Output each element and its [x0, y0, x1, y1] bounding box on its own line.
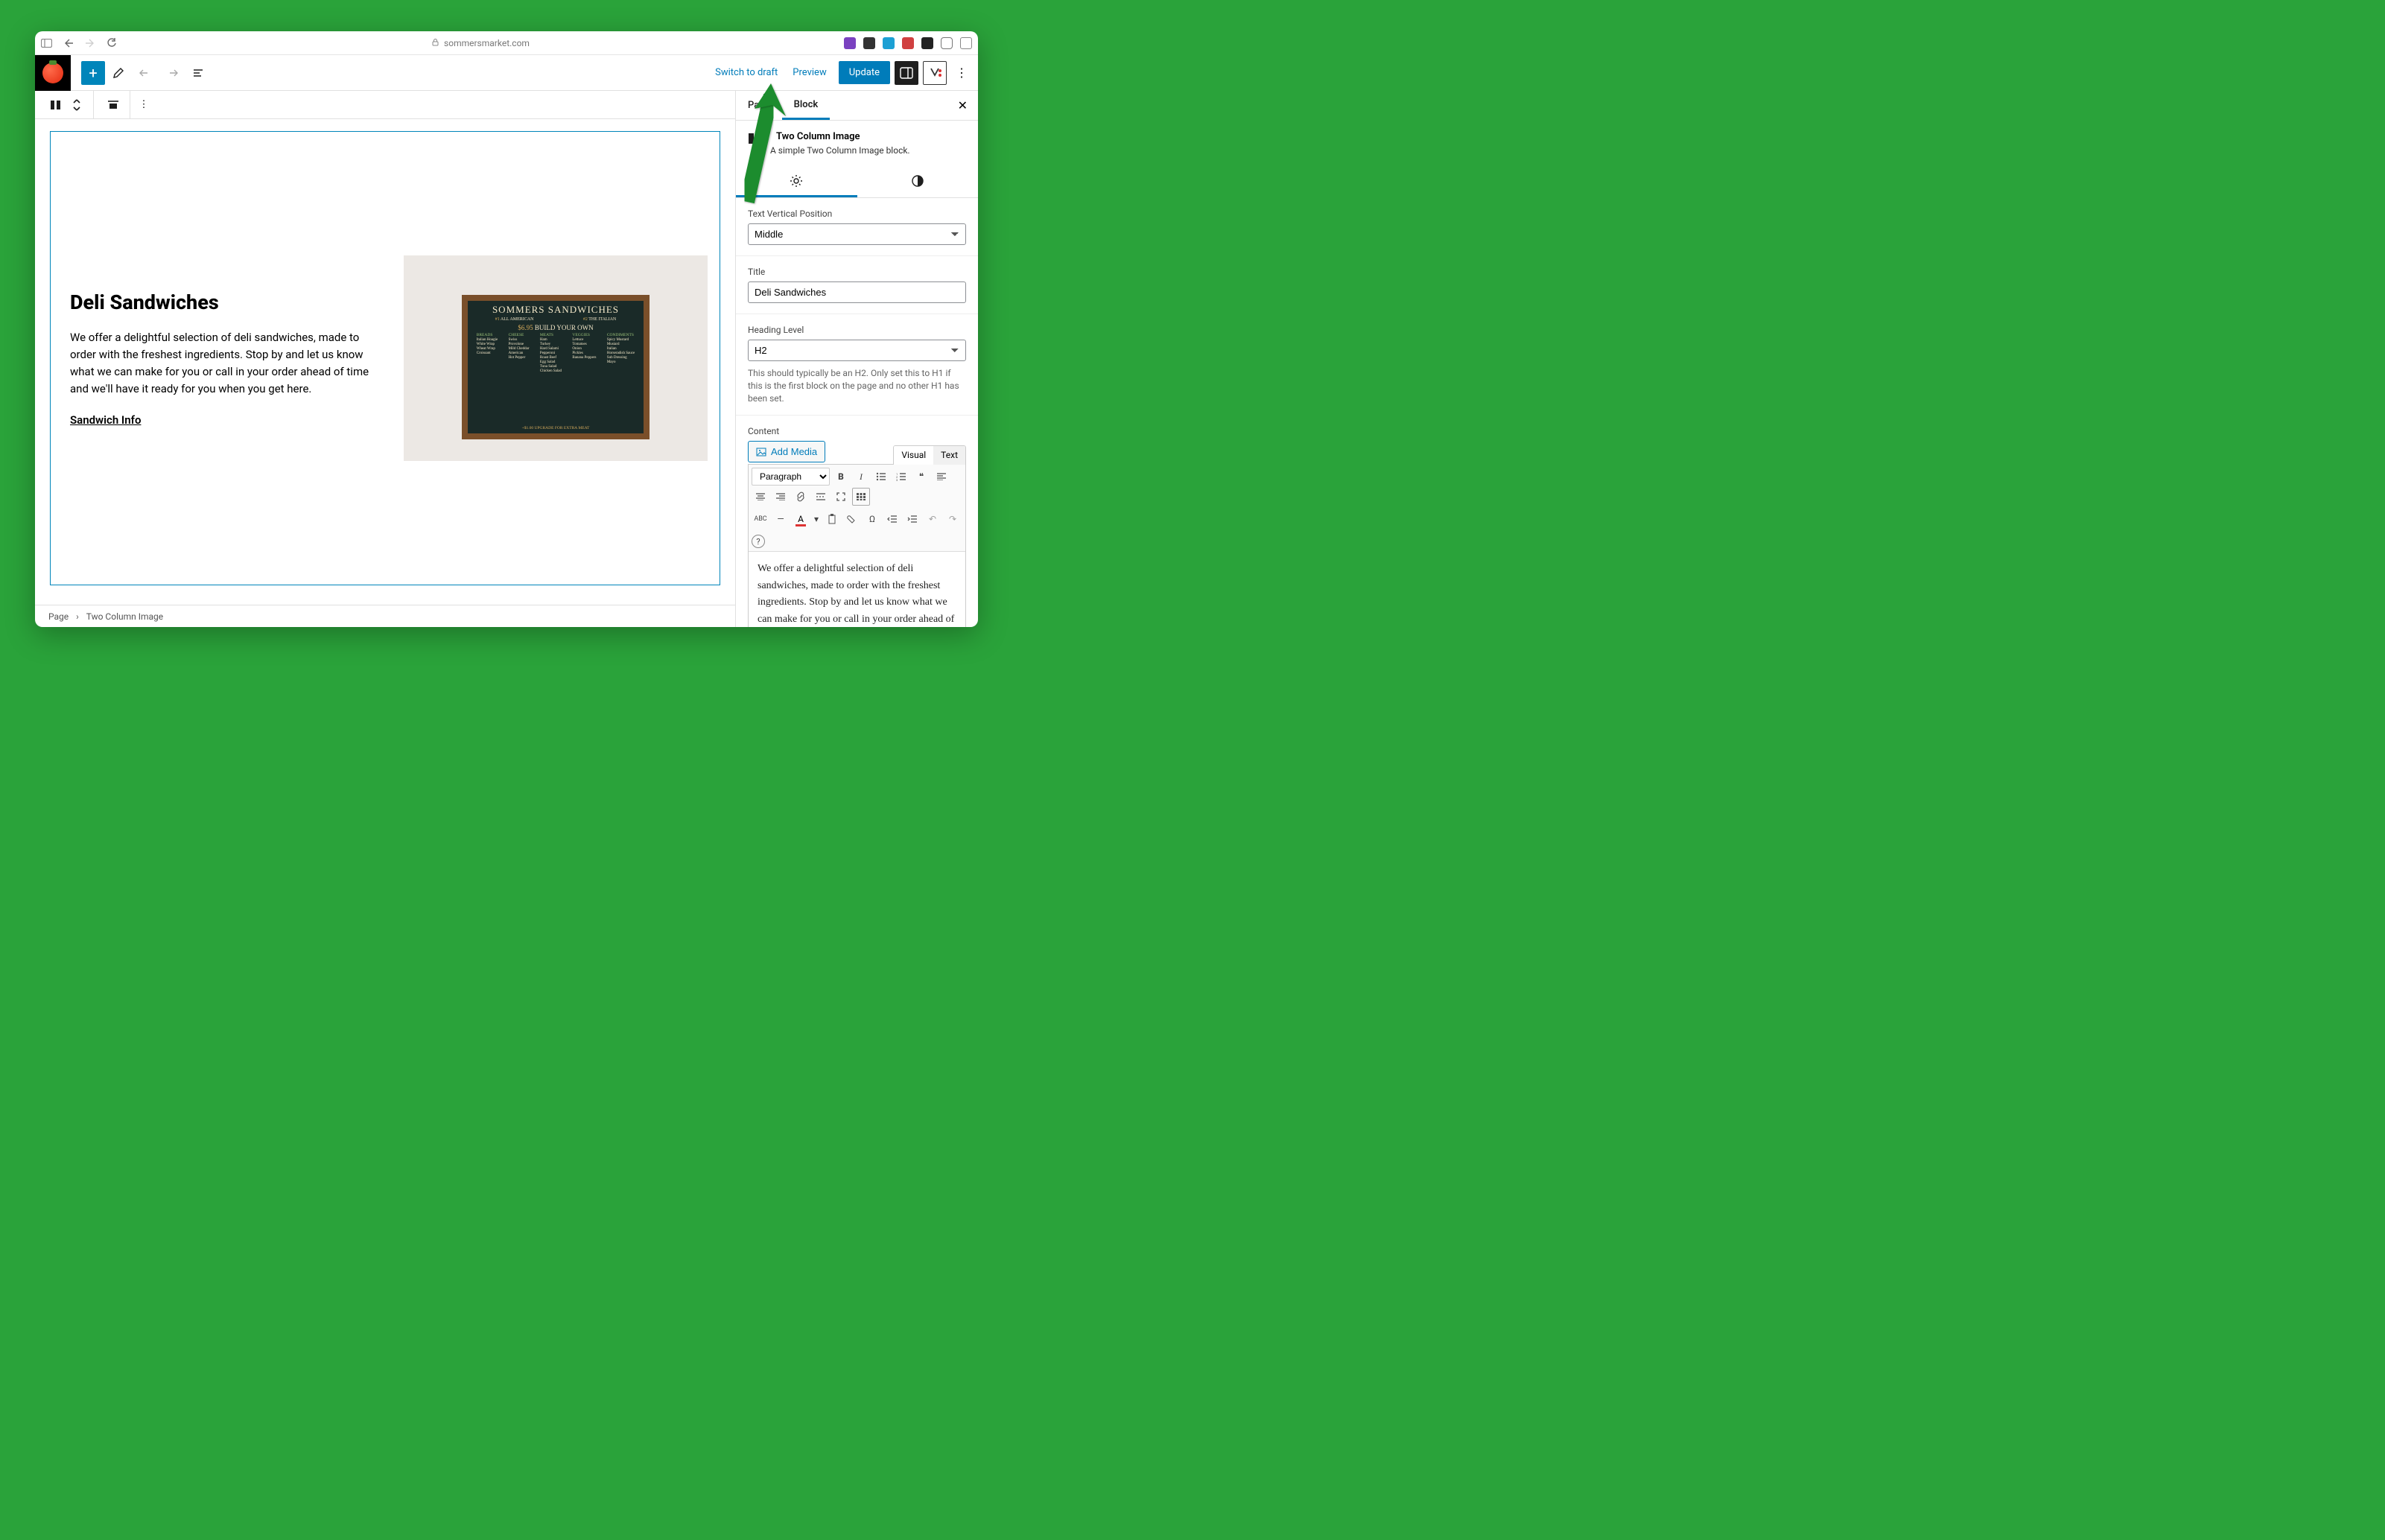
forward-icon[interactable]	[84, 37, 95, 48]
text-color-dropdown-icon[interactable]: ▾	[812, 510, 821, 528]
block-text-column: Deli Sandwiches We offer a delightful se…	[63, 283, 381, 434]
redo-icon[interactable]	[159, 61, 185, 85]
sidebar-toggle-icon[interactable]	[41, 37, 52, 48]
toolbar-toggle-button[interactable]	[852, 488, 870, 506]
fullscreen-button[interactable]	[832, 488, 850, 506]
editor-canvas[interactable]: Deli Sandwiches We offer a delightful se…	[35, 119, 735, 605]
more-options-icon[interactable]: ⋮	[951, 66, 972, 80]
block-more-icon[interactable]: ⋮	[133, 95, 154, 115]
format-select[interactable]: Paragraph	[752, 468, 830, 486]
extension-icon[interactable]	[883, 37, 895, 49]
blockquote-button[interactable]: ❝	[912, 468, 930, 486]
tab-block[interactable]: Block	[782, 91, 831, 120]
redo-button[interactable]: ↷	[944, 510, 962, 528]
lock-icon	[431, 38, 439, 48]
extension-icon[interactable]	[863, 37, 875, 49]
block-heading: Deli Sandwiches	[70, 290, 374, 314]
strikethrough-button[interactable]: ABC	[752, 510, 769, 528]
styles-subtab[interactable]	[857, 166, 979, 197]
wysiwyg-editor: Paragraph B I 123 ❝	[748, 464, 966, 627]
field-label: Content	[748, 426, 966, 436]
url-text[interactable]: sommersmarket.com	[444, 38, 530, 48]
extension-icon[interactable]	[921, 37, 933, 49]
align-center-button[interactable]	[752, 488, 769, 506]
reload-icon[interactable]	[106, 37, 117, 48]
block-type-icon[interactable]	[45, 95, 66, 115]
text-position-select[interactable]: Middle	[748, 223, 966, 245]
field-label: Heading Level	[748, 325, 966, 335]
extension-icon[interactable]	[941, 37, 953, 49]
document-overview-icon[interactable]	[185, 61, 212, 85]
settings-subtab[interactable]	[736, 166, 857, 197]
insert-more-button[interactable]	[812, 488, 830, 506]
undo-icon[interactable]	[132, 61, 159, 85]
two-column-image-block[interactable]: Deli Sandwiches We offer a delightful se…	[50, 131, 720, 585]
extension-icon[interactable]	[844, 37, 856, 49]
block-icon	[748, 133, 763, 156]
tab-page[interactable]: Page	[736, 91, 782, 120]
edit-mode-icon[interactable]	[105, 61, 132, 85]
link-button[interactable]	[792, 488, 810, 506]
tabs-icon[interactable]	[960, 37, 972, 49]
yoast-icon[interactable]	[923, 61, 947, 85]
text-color-button[interactable]: A	[792, 510, 810, 528]
bullet-list-button[interactable]	[872, 468, 890, 486]
text-tab[interactable]: Text	[933, 446, 965, 465]
align-left-button[interactable]	[933, 468, 950, 486]
italic-button[interactable]: I	[852, 468, 870, 486]
move-block-icon[interactable]	[66, 95, 87, 115]
align-icon[interactable]	[103, 95, 124, 115]
block-image: SOMMERS SANDWICHES #1 ALL AMERICAN #2 TH…	[404, 255, 708, 461]
svg-text:3: 3	[896, 478, 898, 481]
clear-format-button[interactable]	[843, 510, 861, 528]
indent-button[interactable]	[903, 510, 921, 528]
align-right-button[interactable]	[772, 488, 790, 506]
breadcrumb-root[interactable]: Page	[48, 611, 69, 622]
extension-icon[interactable]	[902, 37, 914, 49]
visual-tab[interactable]: Visual	[894, 446, 933, 465]
chevron-right-icon: ›	[76, 611, 79, 622]
browser-bar: sommersmarket.com	[35, 31, 978, 55]
update-button[interactable]: Update	[839, 61, 890, 84]
paste-text-button[interactable]	[823, 510, 841, 528]
back-icon[interactable]	[63, 37, 74, 48]
block-description: A simple Two Column Image block.	[770, 145, 910, 156]
title-input[interactable]	[748, 281, 966, 303]
help-button[interactable]: ?	[752, 535, 765, 548]
heading-level-select[interactable]: H2	[748, 340, 966, 361]
switch-to-draft-link[interactable]: Switch to draft	[708, 67, 785, 78]
undo-button[interactable]: ↶	[924, 510, 941, 528]
block-paragraph: We offer a delightful selection of deli …	[70, 329, 374, 398]
block-link[interactable]: Sandwich Info	[70, 413, 141, 427]
settings-sidebar: Page Block ✕ Two Column Image A simple T…	[735, 91, 978, 627]
settings-panel-toggle-icon[interactable]	[895, 61, 918, 85]
block-image-column: SOMMERS SANDWICHES #1 ALL AMERICAN #2 TH…	[404, 255, 708, 461]
numbered-list-button[interactable]: 123	[892, 468, 910, 486]
bold-button[interactable]: B	[832, 468, 850, 486]
block-name: Two Column Image	[770, 131, 910, 142]
breadcrumb: Page › Two Column Image	[35, 605, 735, 627]
board-title: SOMMERS SANDWICHES	[492, 304, 619, 316]
app-window: sommersmarket.com + Switch to draft	[35, 31, 978, 627]
outdent-button[interactable]	[883, 510, 901, 528]
hr-button[interactable]: —	[772, 510, 790, 528]
add-media-button[interactable]: Add Media	[748, 441, 825, 462]
field-label: Text Vertical Position	[748, 209, 966, 219]
add-block-button[interactable]: +	[81, 61, 105, 85]
field-label: Title	[748, 267, 966, 277]
breadcrumb-current[interactable]: Two Column Image	[86, 611, 163, 622]
site-logo[interactable]	[35, 55, 71, 91]
field-help: This should typically be an H2. Only set…	[748, 367, 966, 404]
special-char-button[interactable]: Ω	[863, 510, 881, 528]
content-textarea[interactable]: We offer a delightful selection of deli …	[749, 552, 965, 627]
preview-link[interactable]: Preview	[785, 67, 833, 78]
close-icon[interactable]: ✕	[947, 98, 978, 112]
block-toolbar: ⋮	[35, 91, 735, 119]
editor-toolbar: + Switch to draft Preview Update ⋮	[35, 55, 978, 91]
